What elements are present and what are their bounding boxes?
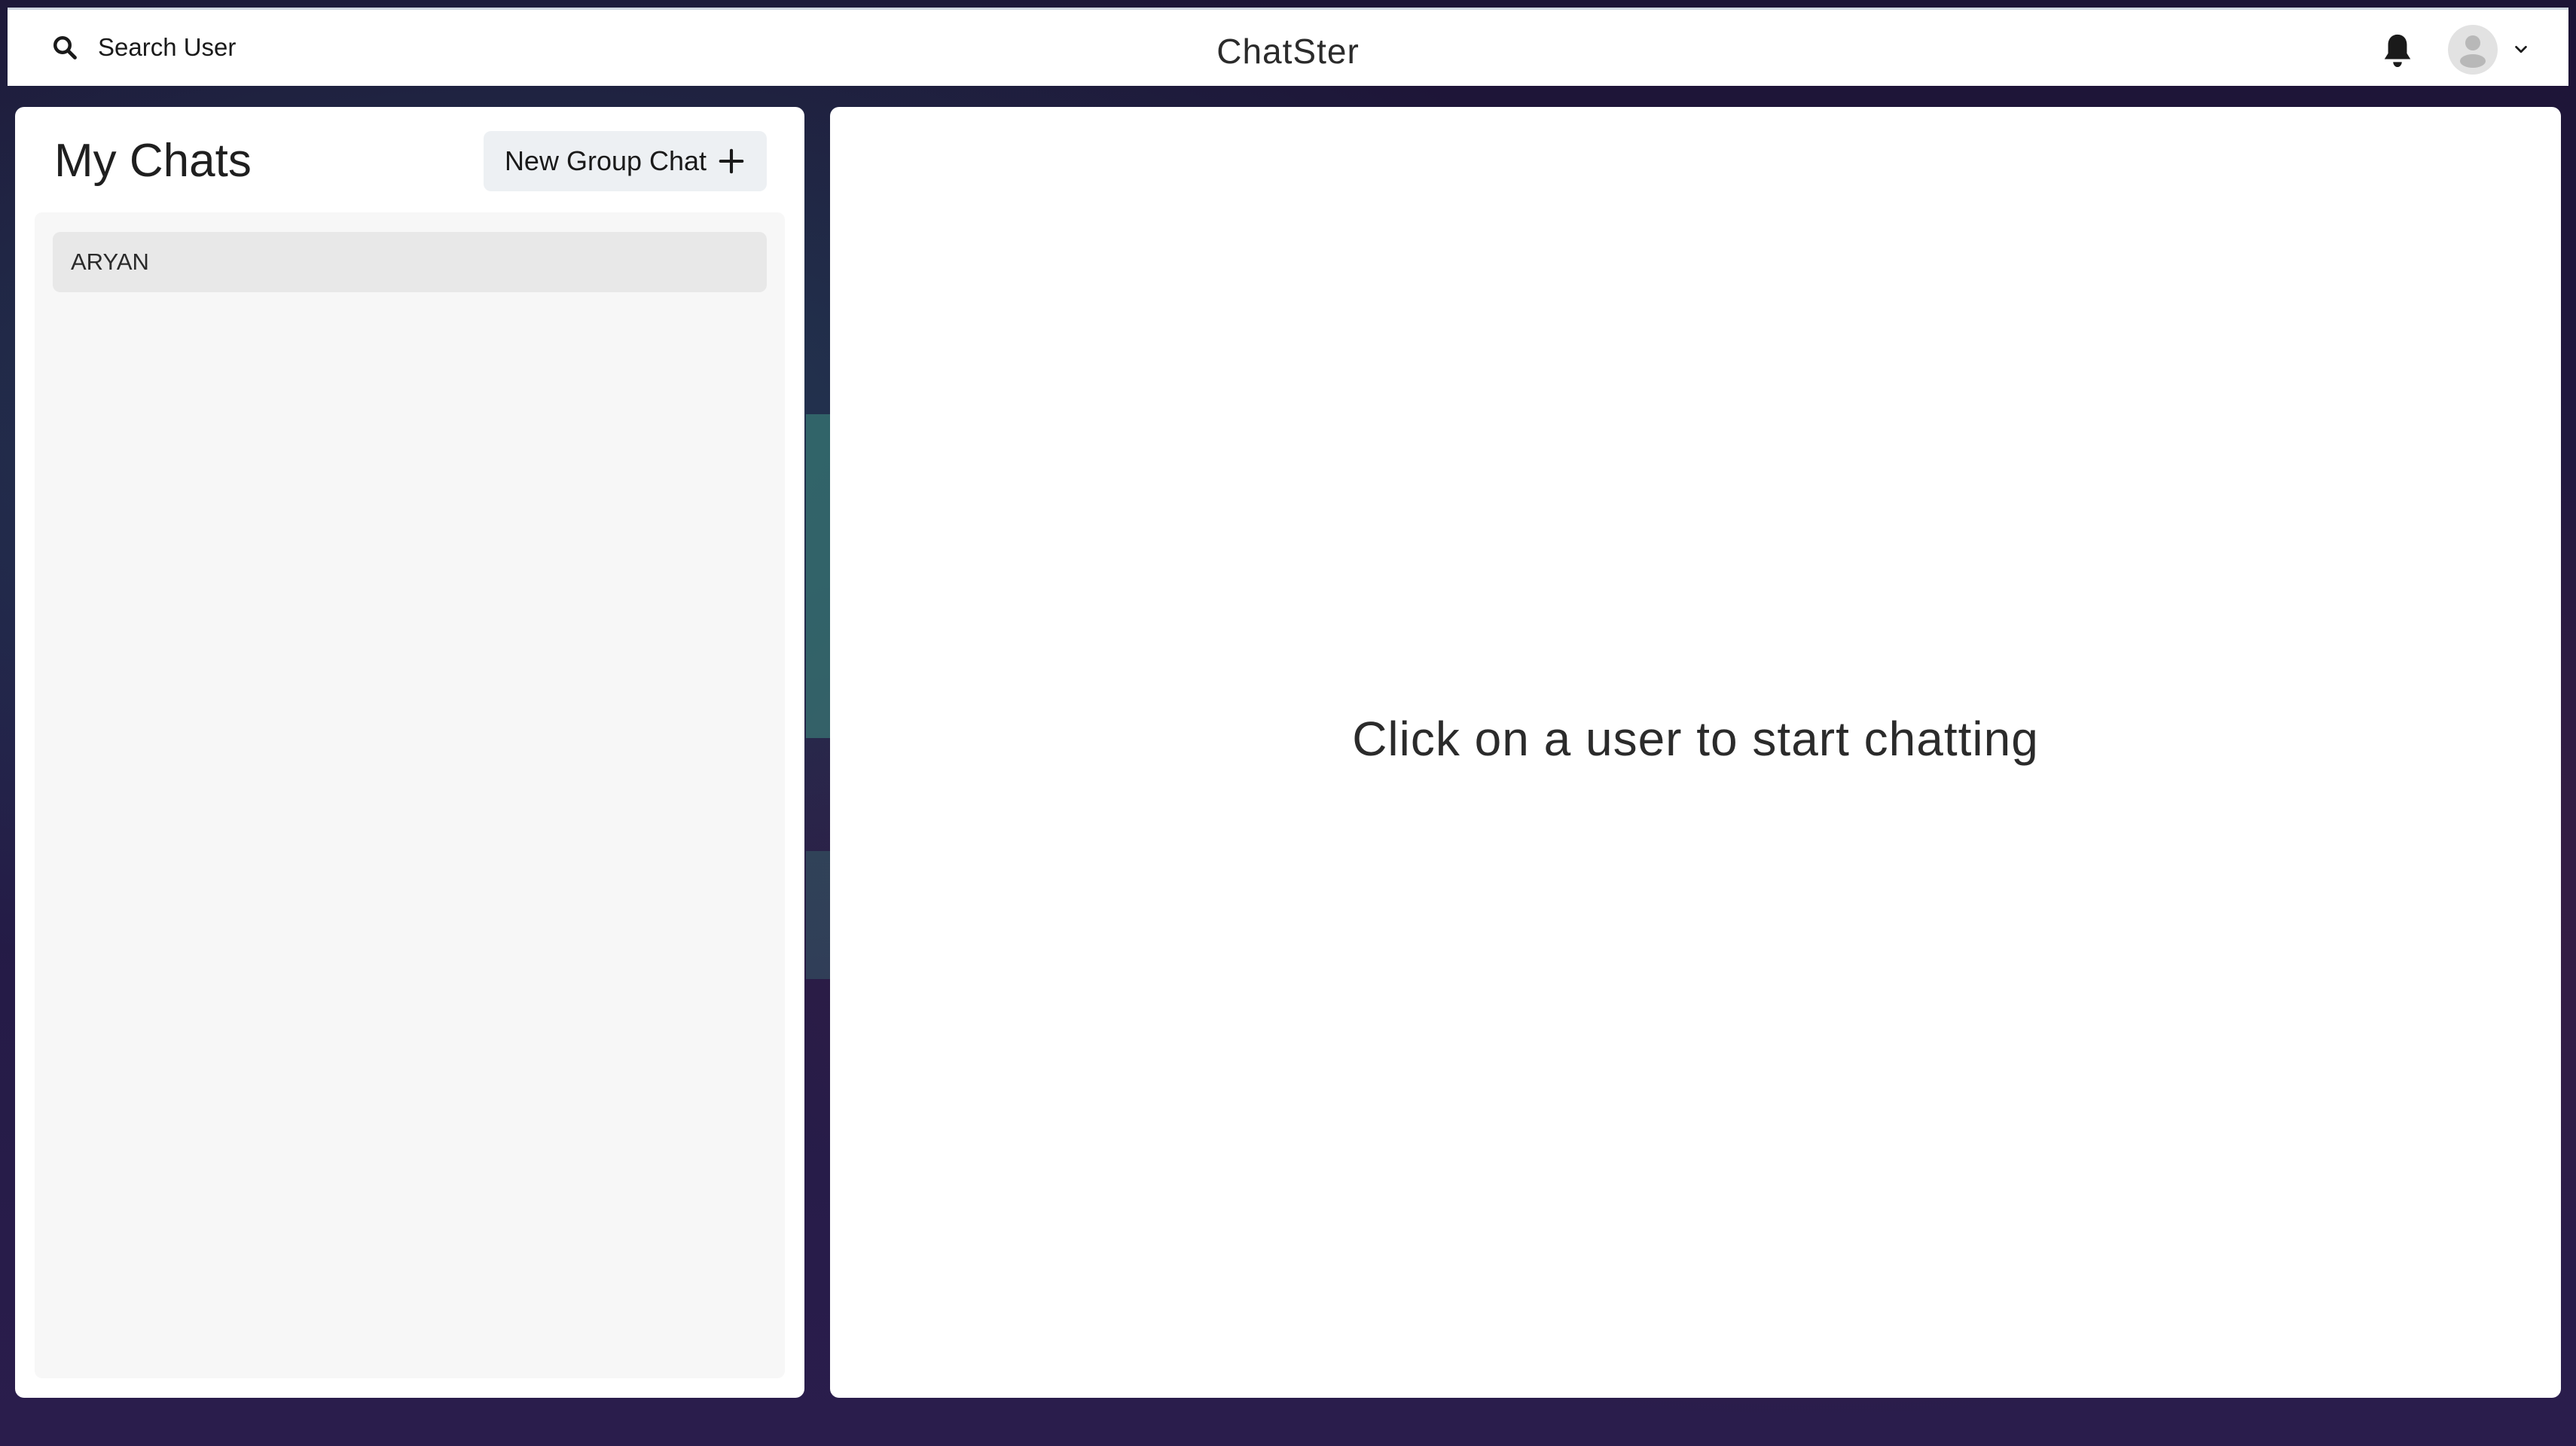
user-avatar-icon	[2460, 35, 2486, 68]
empty-chat-message: Click on a user to start chatting	[1352, 712, 2039, 766]
new-group-chat-button[interactable]: New Group Chat	[484, 131, 767, 191]
app-title: ChatSter	[1216, 32, 1360, 71]
top-navbar: Search User ChatSter	[8, 8, 2568, 86]
background-decoration	[806, 851, 830, 979]
my-chats-title: My Chats	[54, 135, 252, 187]
my-chats-panel: My Chats New Group Chat ARYAN	[15, 107, 804, 1398]
profile-menu-button[interactable]	[2448, 23, 2529, 76]
chat-list: ARYAN	[35, 212, 785, 1378]
chat-list-item[interactable]: ARYAN	[53, 232, 767, 292]
new-group-chat-label: New Group Chat	[504, 145, 707, 176]
bell-icon[interactable]	[2380, 31, 2415, 70]
chat-area: Click on a user to start chatting	[830, 107, 2561, 1398]
chat-name: ARYAN	[71, 249, 149, 275]
avatar	[2448, 25, 2498, 75]
plus-icon	[719, 148, 744, 174]
background-decoration	[806, 414, 830, 738]
chevron-down-icon	[2515, 45, 2527, 53]
